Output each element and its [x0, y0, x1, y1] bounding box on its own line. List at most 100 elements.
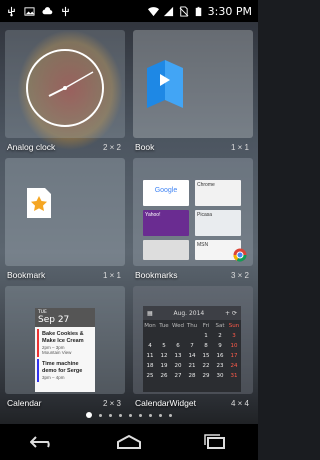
day-cell[interactable]: 11 — [143, 353, 157, 359]
analog-clock-icon — [26, 49, 104, 127]
day-cell[interactable]: 10 — [227, 343, 241, 349]
day-cell[interactable]: 12 — [157, 353, 171, 359]
day-cell[interactable]: 17 — [227, 353, 241, 359]
clock-time: 3:30 PM — [207, 4, 252, 18]
bookmark-tile-google: Google — [143, 180, 189, 206]
day-cell[interactable] — [157, 333, 171, 339]
day-cell[interactable] — [171, 333, 185, 339]
day-cell[interactable]: 30 — [213, 373, 227, 379]
widget-name: Bookmark — [7, 270, 46, 280]
page-dot[interactable] — [99, 413, 102, 417]
day-cell[interactable]: 19 — [157, 363, 171, 369]
analog-clock-preview — [5, 30, 125, 138]
day-cell[interactable]: 8 — [199, 343, 213, 349]
weekday-label: Sat — [215, 323, 225, 329]
widget-book[interactable]: Book 1 × 1 — [133, 30, 253, 155]
bookmark-tile-thumb — [143, 240, 189, 260]
bookmarks-preview: Google Chrome Picasa Yahoo! MSN — [133, 158, 253, 266]
day-cell[interactable]: 23 — [213, 363, 227, 369]
day-cell[interactable]: 28 — [185, 373, 199, 379]
widget-name: Bookmarks — [135, 270, 178, 280]
wifi-icon — [147, 6, 159, 16]
weekday-label: Mon — [144, 323, 156, 329]
day-cell[interactable] — [185, 333, 199, 339]
bookmark-tile-yahoo: Yahoo! — [143, 210, 189, 236]
widget-calendar[interactable]: TUE Sep 27 Bake Cookies & Make Ice Cream… — [5, 286, 125, 411]
signal-icon — [163, 6, 173, 16]
day-cell[interactable]: 21 — [185, 363, 199, 369]
day-cell[interactable]: 5 — [157, 343, 171, 349]
image-icon — [24, 6, 35, 16]
day-cell[interactable]: 31 — [227, 373, 241, 379]
recents-icon — [204, 434, 225, 449]
no-sim-icon — [179, 5, 189, 17]
day-cell[interactable]: 2 — [213, 333, 227, 339]
weekday-label: Fri — [202, 323, 210, 329]
widget-name: Analog clock — [7, 142, 56, 152]
day-cell[interactable]: 24 — [227, 363, 241, 369]
day-cell[interactable]: 3 — [227, 333, 241, 339]
bookmark-tile-picasa: Picasa — [195, 210, 241, 236]
calendar-preview: TUE Sep 27 Bake Cookies & Make Ice Cream… — [5, 286, 125, 394]
home-button[interactable] — [109, 427, 149, 457]
day-cell[interactable]: 15 — [199, 353, 213, 359]
book-preview — [133, 30, 253, 138]
calendar-agenda: TUE Sep 27 Bake Cookies & Make Ice Cream… — [35, 308, 95, 392]
day-cell[interactable]: 13 — [171, 353, 185, 359]
day-cell[interactable]: 1 — [199, 333, 213, 339]
widget-size: 1 × 1 — [230, 143, 249, 152]
weekday-label: Sun — [228, 323, 240, 329]
day-cell[interactable]: 29 — [199, 373, 213, 379]
month-header: ▦ Aug. 2014 + ⟳ — [143, 306, 241, 320]
widget-bookmarks[interactable]: Google Chrome Picasa Yahoo! MSN Bookmark… — [133, 158, 253, 283]
recents-button[interactable] — [195, 427, 235, 457]
day-cell[interactable]: 20 — [171, 363, 185, 369]
weekday-label: Wed — [172, 323, 184, 329]
page-dot[interactable] — [159, 413, 162, 417]
widget-bookmark[interactable]: Bookmark 1 × 1 — [5, 158, 125, 283]
page-dot[interactable] — [169, 413, 172, 417]
day-cell[interactable]: 7 — [185, 343, 199, 349]
day-cell[interactable]: 27 — [171, 373, 185, 379]
page-dot[interactable] — [149, 413, 152, 417]
widget-size: 1 × 1 — [102, 271, 121, 280]
day-cell[interactable]: 22 — [199, 363, 213, 369]
play-books-icon — [147, 60, 183, 108]
weekday-label: Tue — [159, 323, 169, 329]
day-cell[interactable]: 26 — [157, 373, 171, 379]
page-dot[interactable] — [119, 413, 122, 417]
cloud-upload-icon — [42, 6, 53, 14]
widget-analog-clock[interactable]: Analog clock 2 × 2 — [5, 30, 125, 155]
calendarwidget-preview: ▦ Aug. 2014 + ⟳ Mon Tue Wed Thu Fri Sat Sun 1 2 3… — [133, 286, 253, 394]
chrome-icon — [233, 248, 247, 262]
widget-calendarwidget[interactable]: ▦ Aug. 2014 + ⟳ Mon Tue Wed Thu Fri Sat Sun 1 2 3… — [133, 286, 253, 411]
event-place: Mountain View — [42, 350, 72, 355]
day-cell[interactable]: 16 — [213, 353, 227, 359]
navigation-bar — [0, 424, 258, 460]
back-button[interactable] — [23, 427, 63, 457]
month-title: Aug. 2014 — [173, 309, 205, 317]
day-cell[interactable]: 18 — [143, 363, 157, 369]
page-dot[interactable] — [86, 412, 92, 418]
page-dot[interactable] — [139, 413, 142, 417]
day-cell[interactable]: 6 — [171, 343, 185, 349]
month-grid: Mon Tue Wed Thu Fri Sat Sun 1 2 3 4 5 6 7 8 9 10 11 12 13 14… — [143, 320, 241, 379]
back-icon — [30, 436, 50, 448]
page-dot[interactable] — [129, 413, 132, 417]
battery-icon — [195, 6, 201, 16]
day-cell[interactable]: 4 — [143, 343, 157, 349]
day-cell[interactable] — [143, 333, 157, 339]
usb-debug-icon — [62, 6, 69, 16]
widget-size: 2 × 3 — [102, 399, 121, 408]
page-dot[interactable] — [109, 413, 112, 417]
widget-size: 4 × 4 — [230, 399, 249, 408]
widget-size: 2 × 2 — [102, 143, 121, 152]
event-title: Bake Cookies & Make Ice Cream — [42, 331, 84, 344]
usb-icon — [8, 6, 15, 16]
day-cell[interactable]: 9 — [213, 343, 227, 349]
event-title: Time machine demo for Serge — [42, 361, 83, 374]
day-cell[interactable]: 25 — [143, 373, 157, 379]
day-cell[interactable]: 14 — [185, 353, 199, 359]
weekday-label: Thu — [186, 323, 198, 329]
event-time: 3pm – 4pm — [42, 375, 65, 380]
